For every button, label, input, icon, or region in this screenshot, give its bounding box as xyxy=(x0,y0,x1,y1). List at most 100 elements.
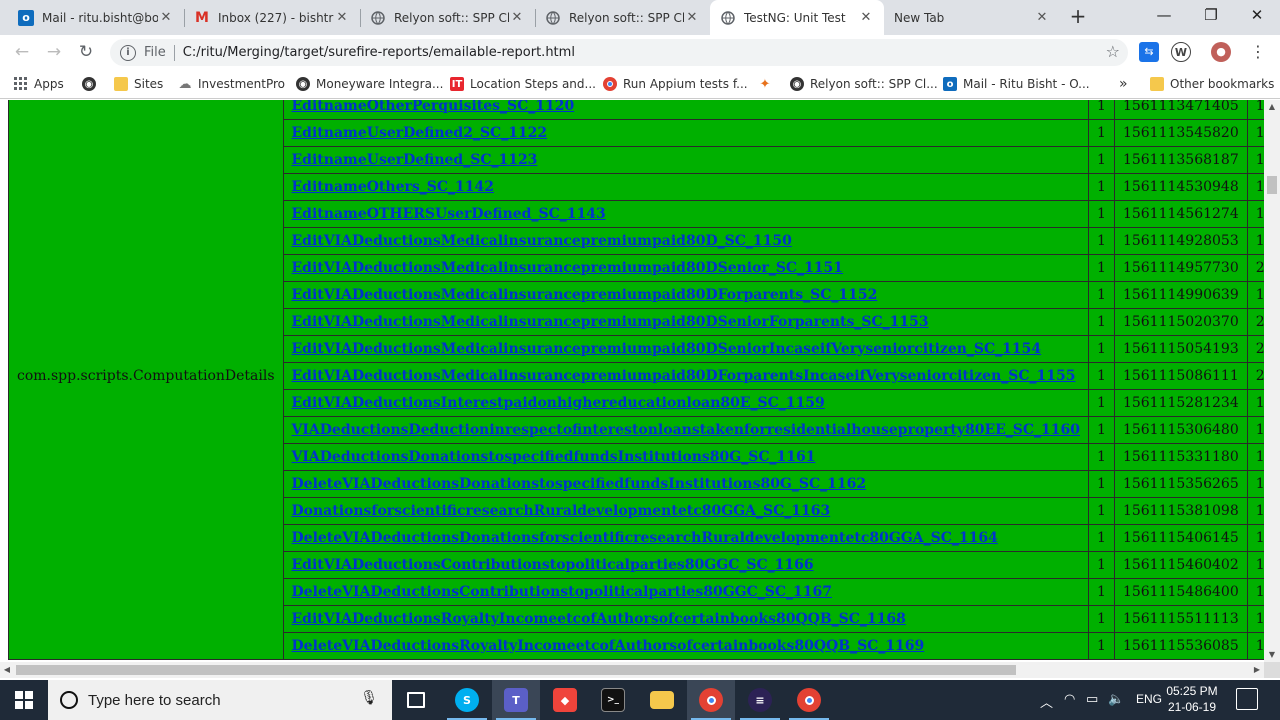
restore-button[interactable]: ❐ xyxy=(1188,0,1234,32)
start-time-cell: 1561115486400 xyxy=(1113,578,1248,606)
notification-icon[interactable] xyxy=(1236,688,1258,710)
scroll-corner xyxy=(1264,662,1280,678)
forward-button[interactable]: → xyxy=(42,41,66,63)
bookmark-relyon[interactable]: ◉ Relyon soft:: SPP Cl... xyxy=(790,75,938,93)
duration-cell: 1097 xyxy=(1246,632,1264,660)
taskbar-search[interactable]: Type here to search 🎙 xyxy=(48,680,392,720)
scroll-thumb[interactable] xyxy=(1267,176,1277,194)
taskbar-file-explorer[interactable] xyxy=(638,680,686,720)
other-bookmarks[interactable]: Other bookmarks xyxy=(1150,75,1274,93)
bookmark-moneyware[interactable]: ◉ Moneyware Integra... xyxy=(296,75,443,93)
bookmark-mail[interactable]: o Mail - Ritu Bisht - O... xyxy=(943,75,1090,93)
bookmark-appium[interactable]: Run Appium tests f... xyxy=(603,75,748,93)
taskbar-eclipse[interactable]: ≡ xyxy=(736,680,784,720)
method-link[interactable]: EditVIADeductionsMedicalinsurancepremium… xyxy=(292,314,929,330)
close-icon[interactable]: ✕ xyxy=(858,10,874,25)
taskbar-anydesk[interactable]: ◆ xyxy=(541,680,589,720)
bookmark-star-icon[interactable]: ☆ xyxy=(1106,42,1120,61)
method-link[interactable]: EditVIADeductionsInterestpaidonhigheredu… xyxy=(292,395,825,411)
start-button[interactable] xyxy=(0,680,48,720)
taskbar-chrome[interactable] xyxy=(687,680,735,720)
method-link[interactable]: EditVIADeductionsContributionstopolitica… xyxy=(292,557,814,573)
close-icon[interactable]: ✕ xyxy=(509,10,525,25)
close-icon[interactable]: ✕ xyxy=(158,10,174,25)
new-tab-button[interactable]: + xyxy=(1066,6,1090,28)
chevron-up-icon[interactable]: ︿ xyxy=(1040,692,1053,711)
method-link[interactable]: EditnameOtherPerquisites_SC_1120 xyxy=(292,100,575,114)
more-bookmarks-button[interactable]: » xyxy=(1119,75,1128,93)
tab-gmail[interactable]: M Inbox (227) - bishtriu ✕ xyxy=(184,0,360,35)
bookmark-location-steps[interactable]: IT Location Steps and... xyxy=(450,75,596,93)
close-icon[interactable]: ✕ xyxy=(684,10,700,25)
close-window-button[interactable]: ✕ xyxy=(1234,0,1280,32)
method-link[interactable]: VIADeductionsDeductioninrespectofinteres… xyxy=(292,422,1081,438)
taskbar-skype[interactable]: S xyxy=(443,680,491,720)
method-link[interactable]: EditnameOTHERSUserDefined_SC_1143 xyxy=(292,206,606,222)
start-time-cell: 1561113471405 xyxy=(1113,100,1248,120)
menu-icon[interactable]: ⋮ xyxy=(1248,42,1268,62)
method-link[interactable]: DeleteVIADeductionsDonationsforscientifi… xyxy=(292,530,998,546)
microphone-icon[interactable]: 🎙 xyxy=(360,690,378,706)
method-link[interactable]: EditnameOthers_SC_1142 xyxy=(292,179,494,195)
scroll-up-icon[interactable]: ▲ xyxy=(1264,100,1280,114)
wordpress-icon[interactable]: W xyxy=(1171,42,1191,62)
method-link[interactable]: EditVIADeductionsRoyaltyIncomeetcofAutho… xyxy=(292,611,906,627)
start-time-cell: 1561114957730 xyxy=(1113,254,1248,282)
scroll-right-icon[interactable]: ▶ xyxy=(1250,662,1264,678)
method-cell: EditVIADeductionsMedicalinsurancepremium… xyxy=(282,281,1090,309)
start-time-cell: 1561115511113 xyxy=(1113,605,1248,633)
method-link[interactable]: EditVIADeductionsMedicalinsurancepremium… xyxy=(292,233,792,249)
method-link[interactable]: DeleteVIADeductionsRoyaltyIncomeetcofAut… xyxy=(292,638,925,654)
close-icon[interactable]: ✕ xyxy=(334,10,350,25)
count-cell: 1 xyxy=(1088,389,1115,417)
info-icon[interactable]: i xyxy=(120,44,136,61)
avatar[interactable]: ● xyxy=(1211,42,1231,62)
vertical-scrollbar[interactable]: ▲ ▼ xyxy=(1264,100,1280,662)
method-link[interactable]: VIADeductionsDonationstospecifiedfundsIn… xyxy=(292,449,816,465)
scroll-down-icon[interactable]: ▼ xyxy=(1264,648,1280,662)
bookmark-label: Sites xyxy=(134,77,164,91)
extension-icon[interactable]: ⇆ xyxy=(1139,42,1159,62)
method-link[interactable]: EditVIADeductionsMedicalinsurancepremium… xyxy=(292,341,1042,357)
tab-mail[interactable]: o Mail - ritu.bisht@bof ✕ xyxy=(8,0,184,35)
bookmark-pinwheel[interactable]: ✦ xyxy=(758,75,778,93)
tab-new[interactable]: New Tab ✕ xyxy=(884,0,1060,35)
task-view-button[interactable] xyxy=(392,680,440,720)
horizontal-scrollbar[interactable]: ◀ ▶ xyxy=(0,662,1264,678)
method-link[interactable]: EditVIADeductionsMedicalinsurancepremium… xyxy=(292,368,1076,384)
clock[interactable]: 05:25 PM 21-06-19 xyxy=(1160,683,1224,715)
bookmark-globe[interactable]: ◉ xyxy=(82,75,102,93)
tab-relyon-1[interactable]: Relyon soft:: SPP Clo ✕ xyxy=(360,0,535,35)
bookmark-investmentpro[interactable]: ☁ InvestmentPro xyxy=(178,75,286,93)
language-indicator[interactable]: ENG xyxy=(1136,692,1162,706)
bookmark-sites[interactable]: Sites xyxy=(114,75,163,93)
wifi-icon[interactable]: ◠ xyxy=(1064,692,1075,707)
battery-icon[interactable]: ▭ xyxy=(1086,692,1098,707)
volume-icon[interactable]: 🔈 xyxy=(1108,692,1124,707)
tab-title: Relyon soft:: SPP Clo xyxy=(569,10,684,25)
method-link[interactable]: DonationsforscientificresearchRuraldevel… xyxy=(292,503,831,519)
method-link[interactable]: DeleteVIADeductionsContributionstopoliti… xyxy=(292,584,832,600)
taskbar-terminal[interactable]: >_ xyxy=(589,680,637,720)
method-link[interactable]: DeleteVIADeductionsDonationstospecifiedf… xyxy=(292,476,867,492)
address-url[interactable]: C:/ritu/Merging/target/surefire-reports/… xyxy=(183,45,575,60)
scroll-thumb[interactable] xyxy=(16,665,1016,675)
duration-cell: 1400 xyxy=(1246,578,1264,606)
method-link[interactable]: EditVIADeductionsMedicalinsurancepremium… xyxy=(292,260,844,276)
method-link[interactable]: EditVIADeductionsMedicalinsurancepremium… xyxy=(292,287,878,303)
bookmark-apps[interactable]: Apps xyxy=(14,75,64,93)
tab-title: Mail - ritu.bisht@bof xyxy=(42,10,158,25)
scroll-left-icon[interactable]: ◀ xyxy=(0,662,14,678)
reload-button[interactable]: ↻ xyxy=(74,41,98,63)
method-link[interactable]: EditnameUserDefined_SC_1123 xyxy=(292,152,538,168)
method-link[interactable]: EditnameUserDefined2_SC_1122 xyxy=(292,125,548,141)
address-bar[interactable]: i File C:/ritu/Merging/target/surefire-r… xyxy=(110,39,1128,66)
tab-relyon-2[interactable]: Relyon soft:: SPP Clo ✕ xyxy=(535,0,710,35)
close-icon[interactable]: ✕ xyxy=(1034,10,1050,25)
tab-testng[interactable]: TestNG: Unit Test ✕ xyxy=(710,0,884,35)
taskbar-teams[interactable]: T xyxy=(492,680,540,720)
duration-cell: 1127 xyxy=(1246,100,1264,120)
taskbar-chrome-2[interactable] xyxy=(785,680,833,720)
back-button[interactable]: ← xyxy=(10,41,34,63)
minimize-button[interactable]: — xyxy=(1141,0,1187,32)
